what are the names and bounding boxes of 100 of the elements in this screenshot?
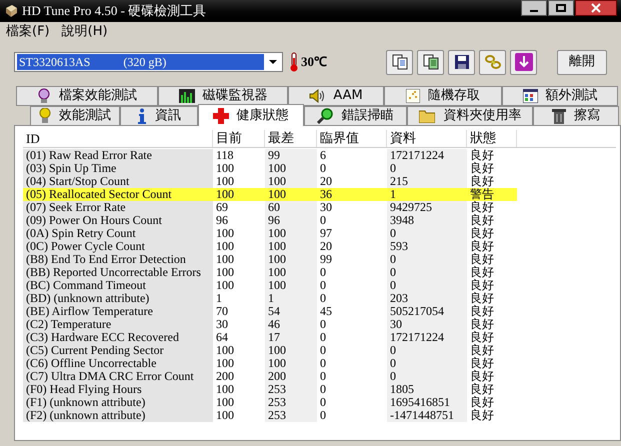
table-row[interactable]: (0C) Power Cycle Count 100 100 20 593 良好 — [23, 240, 517, 253]
tab[interactable]: 效能測試 — [30, 106, 120, 126]
table-cell: (01) Raw Read Error Rate — [23, 149, 213, 162]
table-row[interactable]: (F0) Head Flying Hours 100 253 0 1805 良好 — [23, 383, 517, 396]
table-cell: 1805 — [387, 383, 467, 396]
table-row[interactable]: (B8) End To End Error Detection 100 100 99 0 良好 — [23, 253, 517, 266]
table-cell-text: 0 — [319, 370, 327, 383]
tab[interactable]: AAM — [288, 86, 384, 106]
table-cell-text: 20 — [319, 175, 333, 188]
table-cell-text: 30 — [319, 201, 333, 214]
table-cell: (07) Seek Error Rate — [23, 201, 213, 214]
table-row[interactable]: (BB) Reported Uncorrectable Errors 100 100 0 0 良好 — [23, 266, 517, 279]
table-row[interactable]: (01) Raw Read Error Rate 118 99 6 172171224 良好 — [23, 149, 517, 162]
table-cell: (C7) Ultra DMA CRC Error Count — [23, 370, 213, 383]
table-cell: 100 — [265, 344, 317, 357]
table-row[interactable]: (BE) Airflow Temperature 70 54 45 505217054 良好 — [23, 305, 517, 318]
table-cell: 100 — [265, 357, 317, 370]
toolbar-button[interactable] — [448, 50, 475, 74]
table-row[interactable]: (03) Spin Up Time 100 100 0 0 良好 — [23, 162, 517, 175]
table-cell-text: 良好 — [469, 162, 495, 175]
table-cell-text: 0 — [319, 383, 327, 396]
table-cell-text: 0 — [319, 318, 327, 331]
drive-dropdown[interactable]: ST3320613AS (320 gB) — [14, 52, 283, 72]
trash-icon — [552, 108, 566, 124]
tab[interactable]: 額外測試 — [502, 86, 618, 106]
toolbar-button[interactable] — [417, 50, 444, 74]
table-row[interactable]: (BC) Command Timeout 100 100 0 0 良好 — [23, 279, 517, 292]
table-cell-text: 1 — [389, 188, 397, 201]
table-cell-text: 6 — [319, 149, 327, 162]
table-cell: (09) Power On Hours Count — [23, 214, 213, 227]
column-header[interactable]: 狀態 — [467, 130, 517, 147]
table-row[interactable]: (F1) (unknown attribute) 100 253 0 1695416851 良好 — [23, 396, 517, 409]
table-row[interactable]: (C2) Temperature 30 46 0 30 良好 — [23, 318, 517, 331]
table-row[interactable]: (0A) Spin Retry Count 100 100 97 0 良好 — [23, 227, 517, 240]
tab[interactable]: 擦寫 — [533, 106, 619, 126]
table-cell: (0A) Spin Retry Count — [23, 227, 213, 240]
table-cell-text: 100 — [215, 344, 235, 357]
table-row[interactable]: (C5) Current Pending Sector 100 100 0 0 良好 — [23, 344, 517, 357]
table-row[interactable]: (09) Power On Hours Count 96 96 0 3948 良好 — [23, 214, 517, 227]
copy-icon — [392, 54, 408, 70]
table-cell: (C2) Temperature — [23, 318, 213, 331]
table-cell: 253 — [265, 396, 317, 409]
table-row[interactable]: (C3) Hardware ECC Recovered 64 17 0 172171224 良好 — [23, 331, 517, 344]
column-header[interactable]: 臨界值 — [317, 130, 387, 147]
column-header[interactable]: 資料 — [387, 130, 467, 147]
window-title: HD Tune Pro 4.50 - 硬碟檢測工具 — [22, 2, 206, 20]
table-cell: 99 — [265, 149, 317, 162]
menu-item[interactable]: 說明(H) — [62, 22, 108, 42]
table-cell-text: 良好 — [469, 344, 495, 357]
table-cell-text: 118 — [215, 149, 235, 162]
tab[interactable]: 資訊 — [120, 106, 198, 126]
table-row[interactable]: (C7) Ultra DMA CRC Error Count 200 200 0 0 良好 — [23, 370, 517, 383]
table-row[interactable]: (05) Reallocated Sector Count 100 100 36 1 警告 — [23, 188, 517, 201]
minimize-button[interactable] — [521, 0, 547, 16]
table-cell: 0 — [387, 344, 467, 357]
table-cell: (C5) Current Pending Sector — [23, 344, 213, 357]
thermometer-icon — [289, 52, 299, 72]
table-row[interactable]: (BD) (unknown attribute) 1 1 0 203 良好 — [23, 292, 517, 305]
table-cell-text: 0 — [319, 162, 327, 175]
column-header[interactable]: 目前 — [213, 130, 265, 147]
app-icon — [4, 4, 18, 18]
table-cell: (0C) Power Cycle Count — [23, 240, 213, 253]
table-cell: (BD) (unknown attribute) — [23, 292, 213, 305]
table-row[interactable]: (04) Start/Stop Count 100 100 20 215 良好 — [23, 175, 517, 188]
tab[interactable]: 資料夾使用率 — [407, 106, 534, 126]
exit-button[interactable]: 離開 — [557, 50, 607, 74]
tab[interactable]: 健康狀態 — [198, 104, 304, 126]
table-cell-text: 良好 — [469, 149, 495, 162]
table-cell: 1 — [265, 292, 317, 305]
column-header[interactable]: 最差 — [265, 130, 317, 147]
table-cell-text: 100 — [215, 266, 235, 279]
tab[interactable]: 檔案效能測試 — [16, 86, 158, 106]
table-row[interactable]: (C6) Offline Uncorrectable 100 100 0 0 良好 — [23, 357, 517, 370]
table-row[interactable]: (07) Seek Error Rate 69 60 30 9429725 良好 — [23, 201, 517, 214]
close-icon — [591, 3, 601, 13]
table-cell-text: 良好 — [469, 383, 495, 396]
table-row[interactable]: (F2) (unknown attribute) 100 253 0 -1471448751 良好 — [23, 409, 517, 422]
table-cell-text: 良好 — [469, 370, 495, 383]
close-button[interactable] — [575, 0, 617, 16]
table-cell-text: 良好 — [469, 305, 495, 318]
column-header[interactable]: ID — [23, 130, 213, 147]
table-cell-text: 200 — [215, 370, 235, 383]
table-cell: 0 — [387, 266, 467, 279]
table-cell: 100 — [265, 253, 317, 266]
maximize-button[interactable] — [548, 0, 574, 16]
table-cell: 0 — [387, 253, 467, 266]
menu-item[interactable]: 檔案(F) — [6, 22, 50, 42]
magnifier-icon — [317, 108, 334, 124]
tab[interactable]: 隨機存取 — [384, 86, 502, 106]
table-cell-text: 良好 — [469, 266, 495, 279]
table-cell-text: 100 — [215, 409, 235, 422]
table-cell: 0 — [387, 162, 467, 175]
table-cell: 0 — [387, 279, 467, 292]
toolbar-button[interactable] — [386, 50, 413, 74]
tab[interactable]: 錯誤掃瞄 — [304, 106, 408, 126]
table-cell-text: 0 — [319, 344, 327, 357]
scatter-icon — [406, 89, 420, 103]
table-cell-text: 良好 — [469, 201, 495, 214]
table-cell-text: 45 — [319, 305, 333, 318]
tab[interactable]: 磁碟監視器 — [158, 86, 288, 106]
